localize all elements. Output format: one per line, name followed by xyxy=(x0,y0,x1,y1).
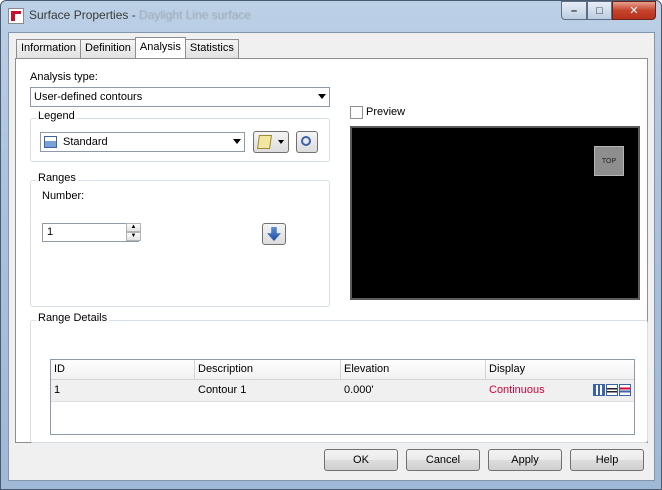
spin-up-icon: ▲ xyxy=(130,224,137,230)
close-icon: ✕ xyxy=(629,5,639,17)
chevron-down-icon xyxy=(318,94,326,99)
legend-style-dropdown[interactable]: Standard xyxy=(40,132,245,152)
cancel-button[interactable]: Cancel xyxy=(406,449,480,471)
viewcube-top[interactable]: TOP xyxy=(594,146,624,176)
dialog-window: Surface Properties - Daylight Line surfa… xyxy=(0,0,662,490)
cell-description[interactable]: Contour 1 xyxy=(195,380,341,402)
table-row[interactable]: 1 Contour 1 0.000' Continuous xyxy=(51,380,634,402)
minimize-button[interactable]: – xyxy=(561,1,587,20)
window-title: Surface Properties - Daylight Line surfa… xyxy=(29,8,251,22)
magnifier-icon xyxy=(301,136,311,146)
lineweight-icon[interactable] xyxy=(606,384,618,396)
chevron-down-icon xyxy=(233,139,241,144)
analysis-type-dropdown[interactable]: User-defined contours xyxy=(30,87,330,107)
edit-style-icon xyxy=(257,135,272,149)
number-of-ranges-value: 1 xyxy=(47,226,54,238)
spin-up-button[interactable]: ▲ xyxy=(126,223,141,232)
help-button[interactable]: Help xyxy=(570,449,644,471)
cell-id: 1 xyxy=(54,384,61,396)
window-title-prefix: Surface Properties - xyxy=(29,8,140,22)
maximize-icon: □ xyxy=(596,4,603,17)
number-of-ranges-input[interactable]: 1 xyxy=(42,223,139,242)
tab-definition[interactable]: Definition xyxy=(80,39,136,58)
window-title-surface: Daylight Line surface xyxy=(139,8,252,22)
minimize-icon: – xyxy=(570,4,578,17)
spin-down-button[interactable]: ▼ xyxy=(126,232,141,241)
chevron-down-icon xyxy=(278,140,284,144)
down-arrow-icon xyxy=(267,227,281,241)
autocad-app-icon xyxy=(8,8,24,24)
analysis-type-value: User-defined contours xyxy=(34,91,143,103)
apply-button[interactable]: Apply xyxy=(488,449,562,471)
cell-elevation[interactable]: 0.000' xyxy=(341,380,486,402)
analysis-type-label: Analysis type: xyxy=(30,71,98,83)
viewcube-label: TOP xyxy=(601,157,617,165)
analysis-tab-panel: Analysis type: User-defined contours Leg… xyxy=(15,58,648,443)
display-linetype: Continuous xyxy=(489,384,545,396)
column-header-id[interactable]: ID xyxy=(51,360,195,380)
preview-label: Preview xyxy=(366,106,406,118)
tab-information[interactable]: Information xyxy=(16,39,82,58)
grid-header-row: ID Description Elevation Display xyxy=(51,360,634,380)
dialog-client-area: Information Definition Analysis Statisti… xyxy=(8,32,655,481)
cell-display[interactable]: Continuous xyxy=(486,380,634,402)
number-label: Number: xyxy=(42,190,85,202)
color-icon[interactable] xyxy=(619,384,631,396)
display-style-icons xyxy=(593,384,631,396)
tab-statistics[interactable]: Statistics xyxy=(184,39,239,58)
ranges-group-title: Ranges xyxy=(36,172,78,184)
range-details-grid: ID Description Elevation Display 1 Conto… xyxy=(50,359,635,435)
spin-down-icon: ▼ xyxy=(130,233,137,239)
ok-button[interactable]: OK xyxy=(324,449,398,471)
preview-legend-style-button[interactable] xyxy=(296,131,318,153)
close-button[interactable]: ✕ xyxy=(612,1,656,20)
legend-group-title: Legend xyxy=(36,110,77,122)
edit-legend-style-button[interactable] xyxy=(253,131,289,153)
column-header-description[interactable]: Description xyxy=(195,360,341,380)
linetype-icon[interactable] xyxy=(593,384,605,396)
tab-strip: Information Definition Analysis Statisti… xyxy=(16,37,239,59)
column-header-elevation[interactable]: Elevation xyxy=(341,360,486,380)
tab-analysis[interactable]: Analysis xyxy=(134,37,186,58)
run-analysis-button[interactable] xyxy=(262,223,286,245)
preview-viewport[interactable]: TOP xyxy=(350,126,640,300)
legend-style-icon xyxy=(44,136,57,148)
preview-checkbox[interactable] xyxy=(350,106,363,119)
maximize-button[interactable]: □ xyxy=(587,1,612,20)
legend-style-value: Standard xyxy=(63,136,108,148)
column-header-display[interactable]: Display xyxy=(486,360,634,380)
range-details-group-title: Range Details xyxy=(36,312,110,324)
title-bar[interactable]: Surface Properties - Daylight Line surfa… xyxy=(1,1,661,31)
